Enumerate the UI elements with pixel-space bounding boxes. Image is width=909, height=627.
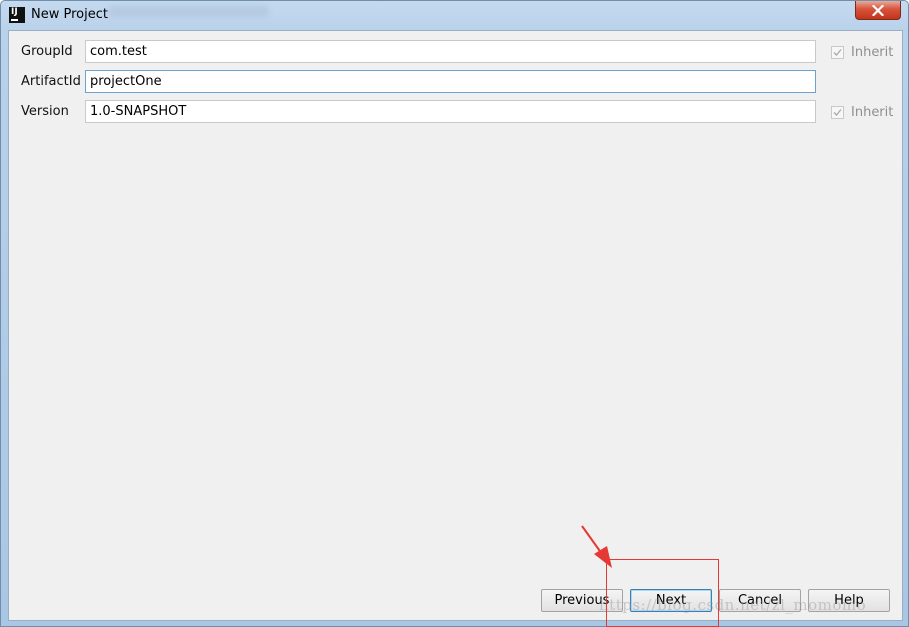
close-button[interactable]: [855, 1, 901, 20]
groupid-label: GroupId: [21, 44, 73, 59]
intellij-app-icon: IJ: [9, 7, 25, 23]
title-bar[interactable]: IJ New Project: [1, 1, 908, 29]
version-field[interactable]: [85, 100, 816, 123]
next-button-highlight-box: [606, 559, 719, 627]
inherit-label: Inherit: [851, 44, 894, 60]
version-label: Version: [21, 104, 69, 119]
checkbox-box[interactable]: [831, 45, 844, 59]
dialog-window: IJ New Project GroupId Inherit: [0, 0, 909, 627]
app-icon-text: IJ: [11, 7, 18, 17]
red-arrow-icon: [581, 525, 612, 568]
version-inherit-checkbox[interactable]: Inherit: [831, 104, 893, 120]
blurred-title-region: [109, 5, 269, 17]
check-icon: [833, 108, 842, 116]
version-row: Version Inherit: [9, 100, 902, 124]
dialog-content: GroupId Inherit ArtifactId Version: [8, 30, 903, 621]
check-icon: [833, 48, 842, 56]
groupid-row: GroupId Inherit: [9, 40, 902, 64]
close-icon: [872, 4, 884, 16]
artifactid-label: ArtifactId: [21, 74, 81, 89]
inherit-label: Inherit: [851, 104, 894, 120]
groupid-inherit-checkbox[interactable]: Inherit: [831, 44, 893, 60]
artifactid-field[interactable]: [85, 70, 816, 93]
groupid-field[interactable]: [85, 40, 816, 63]
artifactid-row: ArtifactId: [9, 70, 902, 94]
checkbox-box[interactable]: [831, 105, 844, 119]
window-title: New Project: [31, 7, 108, 22]
